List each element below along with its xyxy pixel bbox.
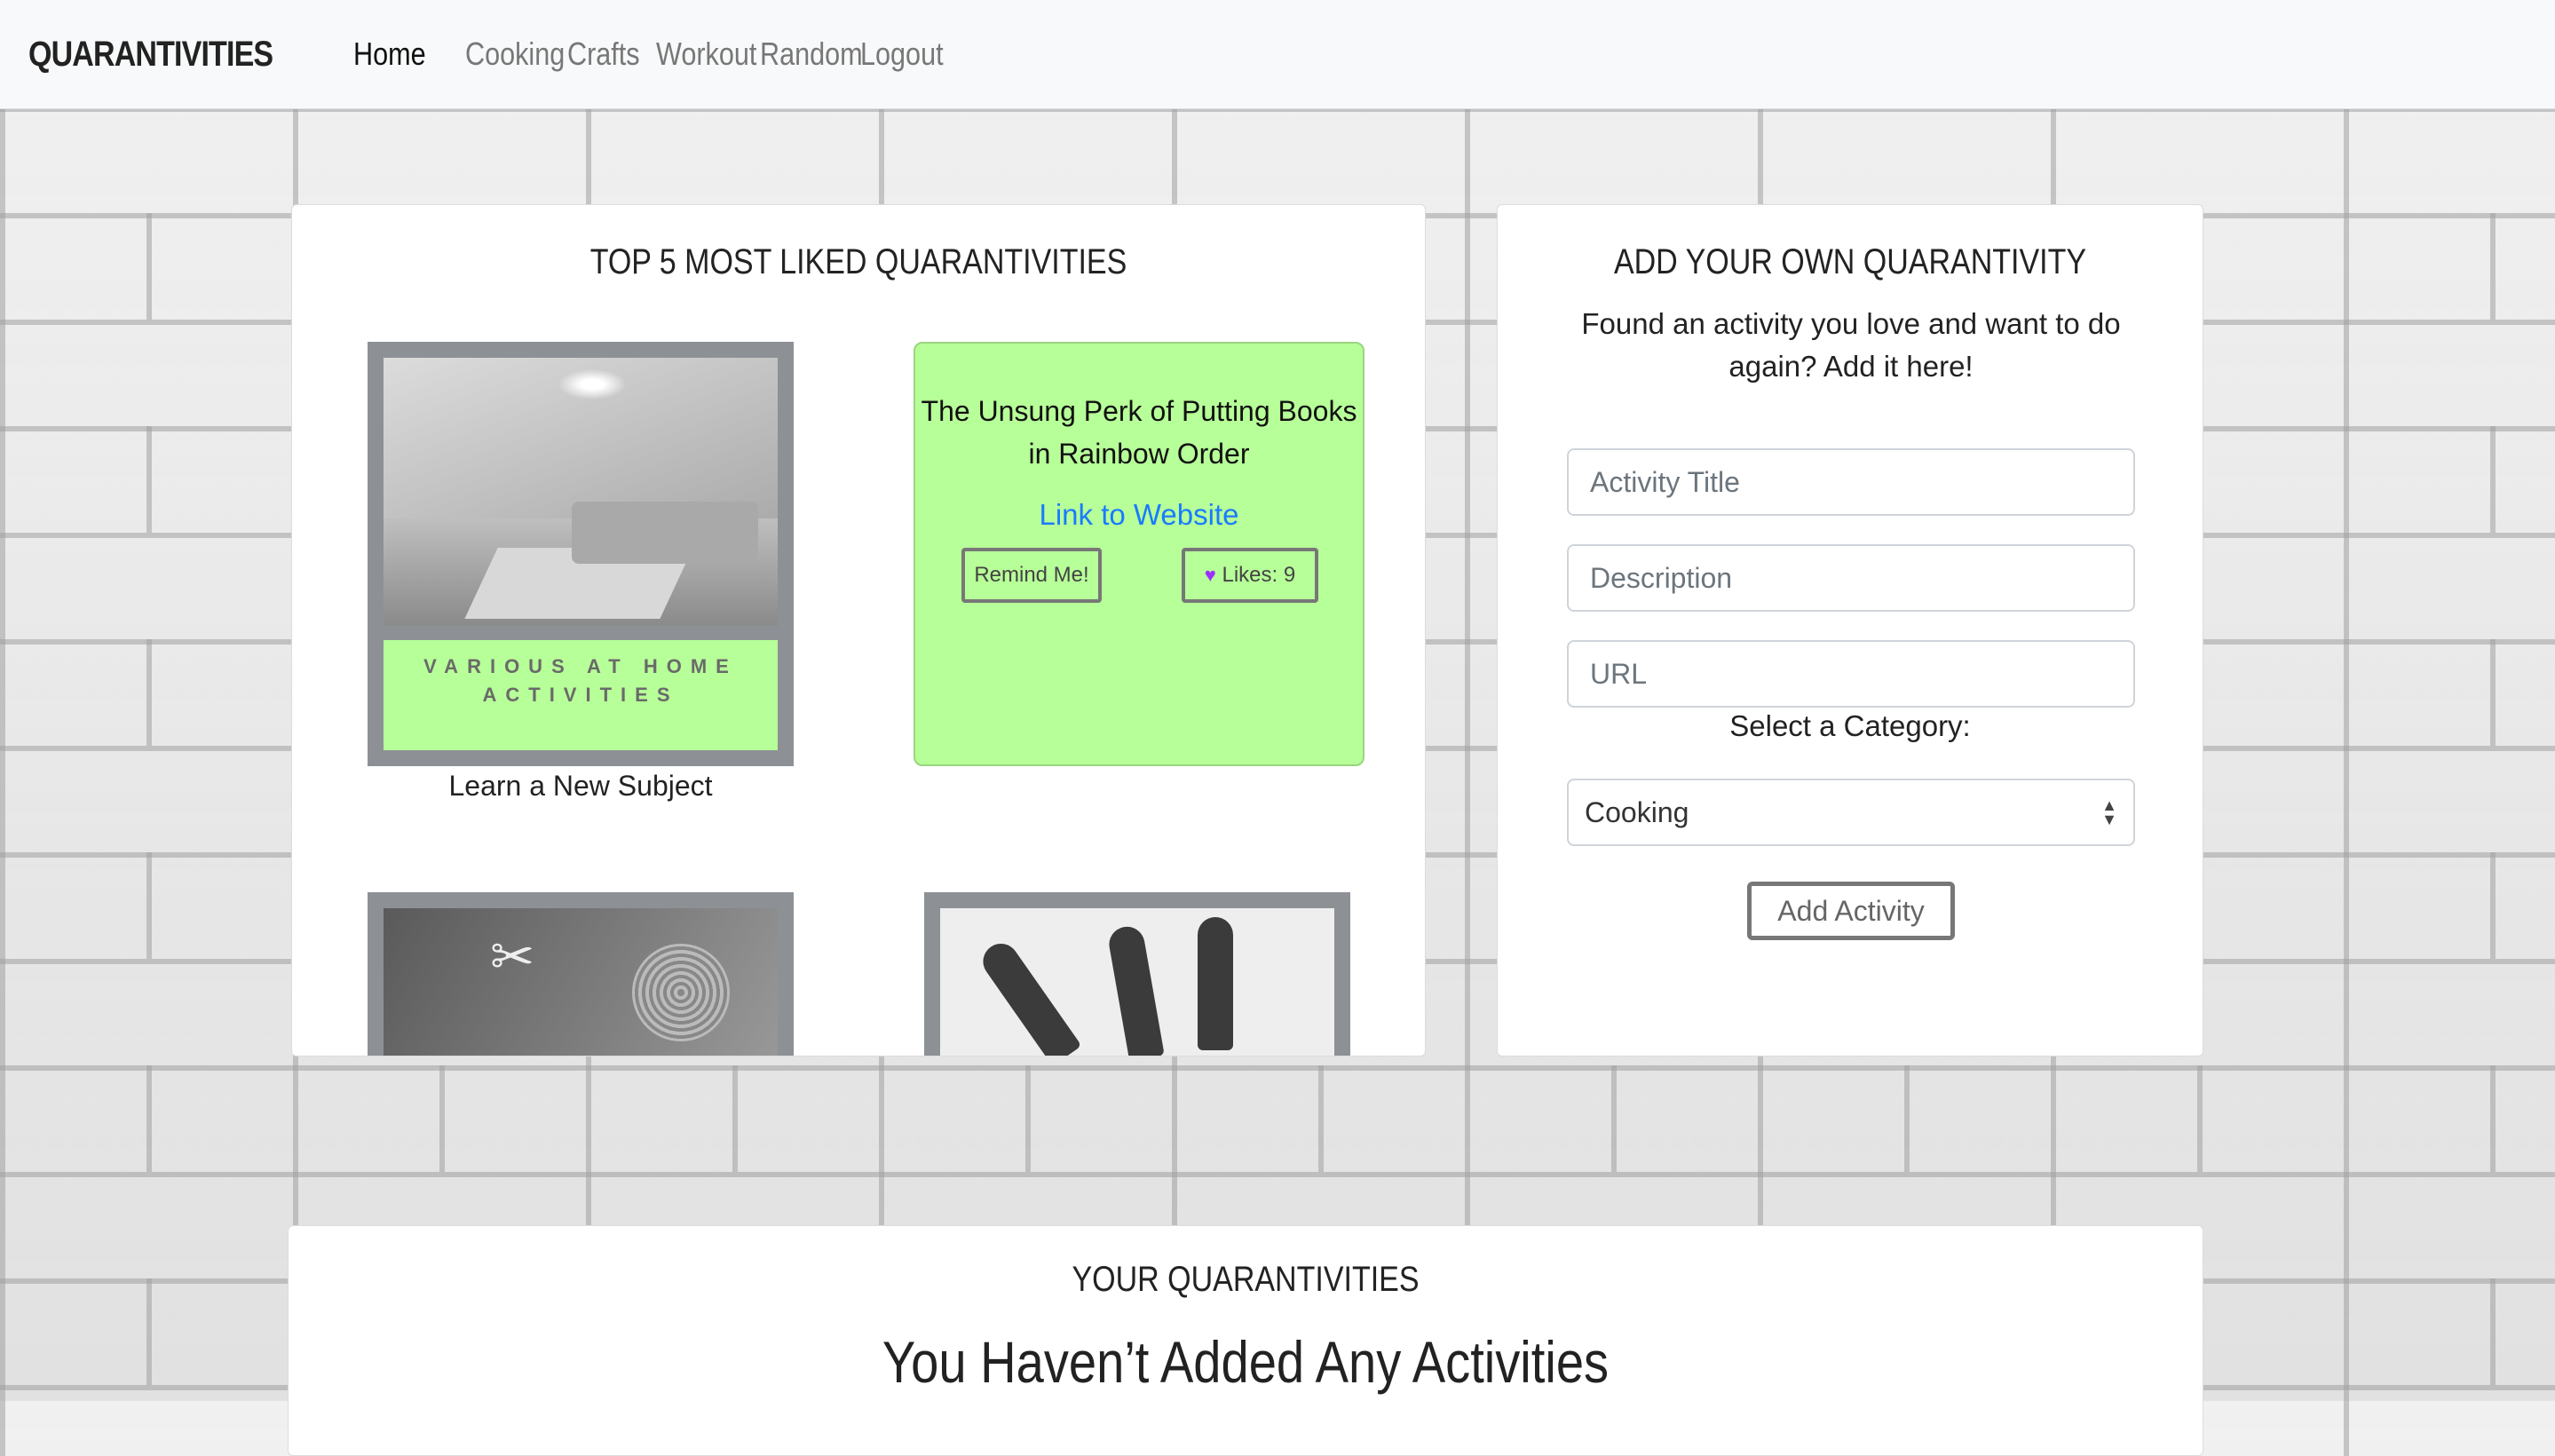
website-link[interactable]: Link to Website (915, 498, 1363, 532)
navbar: QUARANTIVITIES Home Cooking Crafts Worko… (0, 0, 2555, 109)
category-label: Select a Category: (1729, 709, 1971, 742)
nav-random[interactable]: Random (760, 36, 863, 73)
spoon-icon (976, 937, 1082, 1056)
activity-tile-image[interactable]: VARIOUS AT HOME ACTIVITIES (368, 342, 794, 766)
add-title: ADD YOUR OWN QUARANTIVITY (1613, 242, 2087, 281)
likes-count: Likes: 9 (1222, 563, 1296, 587)
category-select[interactable]: Cooking ▲ ▼ (1567, 779, 2135, 846)
nav-workout[interactable]: Workout (656, 36, 756, 73)
spatula-icon (1198, 917, 1233, 1050)
select-arrows-icon: ▲ ▼ (2101, 796, 2117, 828)
scissors-icon: ✂ (490, 927, 535, 986)
chandelier-icon (552, 367, 632, 402)
spoon-icon (1106, 923, 1165, 1056)
living-room-photo (384, 358, 778, 626)
nav-links: Home Cooking Crafts Workout Random Logou… (325, 36, 958, 73)
nav-cooking[interactable]: Cooking (465, 36, 565, 73)
remind-me-button[interactable]: Remind Me! (961, 548, 1102, 603)
nav-home[interactable]: Home (353, 36, 442, 73)
twine-graphic (632, 944, 730, 1041)
nav-crafts[interactable]: Crafts (567, 36, 643, 73)
category-value: Cooking (1585, 795, 1689, 828)
activity-title-input[interactable] (1567, 448, 2135, 516)
activity-tile-cooking[interactable] (924, 892, 1350, 1056)
activity-tile-green: The Unsung Perk of Putting Books in Rain… (914, 342, 1365, 766)
add-description: Found an activity you love and want to d… (1581, 307, 2121, 383)
utensils-photo (940, 908, 1334, 1056)
your-title: YOUR QUARANTIVITIES (1072, 1260, 1420, 1299)
crafts-photo: ✂ (384, 908, 778, 1056)
tile-banner: VARIOUS AT HOME ACTIVITIES (384, 640, 778, 750)
sofa-graphic (572, 502, 758, 564)
like-button[interactable]: ♥ Likes: 9 (1182, 548, 1318, 603)
remind-label: Remind Me! (974, 563, 1089, 587)
empty-message: You Haven’t Added Any Activities (882, 1329, 1610, 1395)
description-input[interactable] (1567, 544, 2135, 612)
add-activity-button[interactable]: Add Activity (1747, 882, 1955, 940)
tile-caption: Learn a New Subject (448, 770, 713, 802)
your-activities-card: YOUR QUARANTIVITIES You Haven’t Added An… (288, 1225, 2203, 1456)
brand-logo[interactable]: QUARANTIVITIES (28, 35, 273, 75)
nav-logout[interactable]: Logout (860, 36, 944, 73)
url-input[interactable] (1567, 640, 2135, 708)
add-activity-card: ADD YOUR OWN QUARANTIVITY Found an activ… (1497, 204, 2203, 1056)
heart-icon: ♥ (1204, 564, 1216, 586)
activity-tile-crafts[interactable]: ✂ (368, 892, 794, 1056)
top5-card: TOP 5 MOST LIKED QUARANTIVITIES VARIOUS … (291, 204, 1426, 1056)
activity-title: The Unsung Perk of Putting Books in Rain… (921, 395, 1357, 470)
top5-title: TOP 5 MOST LIKED QUARANTIVITIES (589, 242, 1127, 281)
